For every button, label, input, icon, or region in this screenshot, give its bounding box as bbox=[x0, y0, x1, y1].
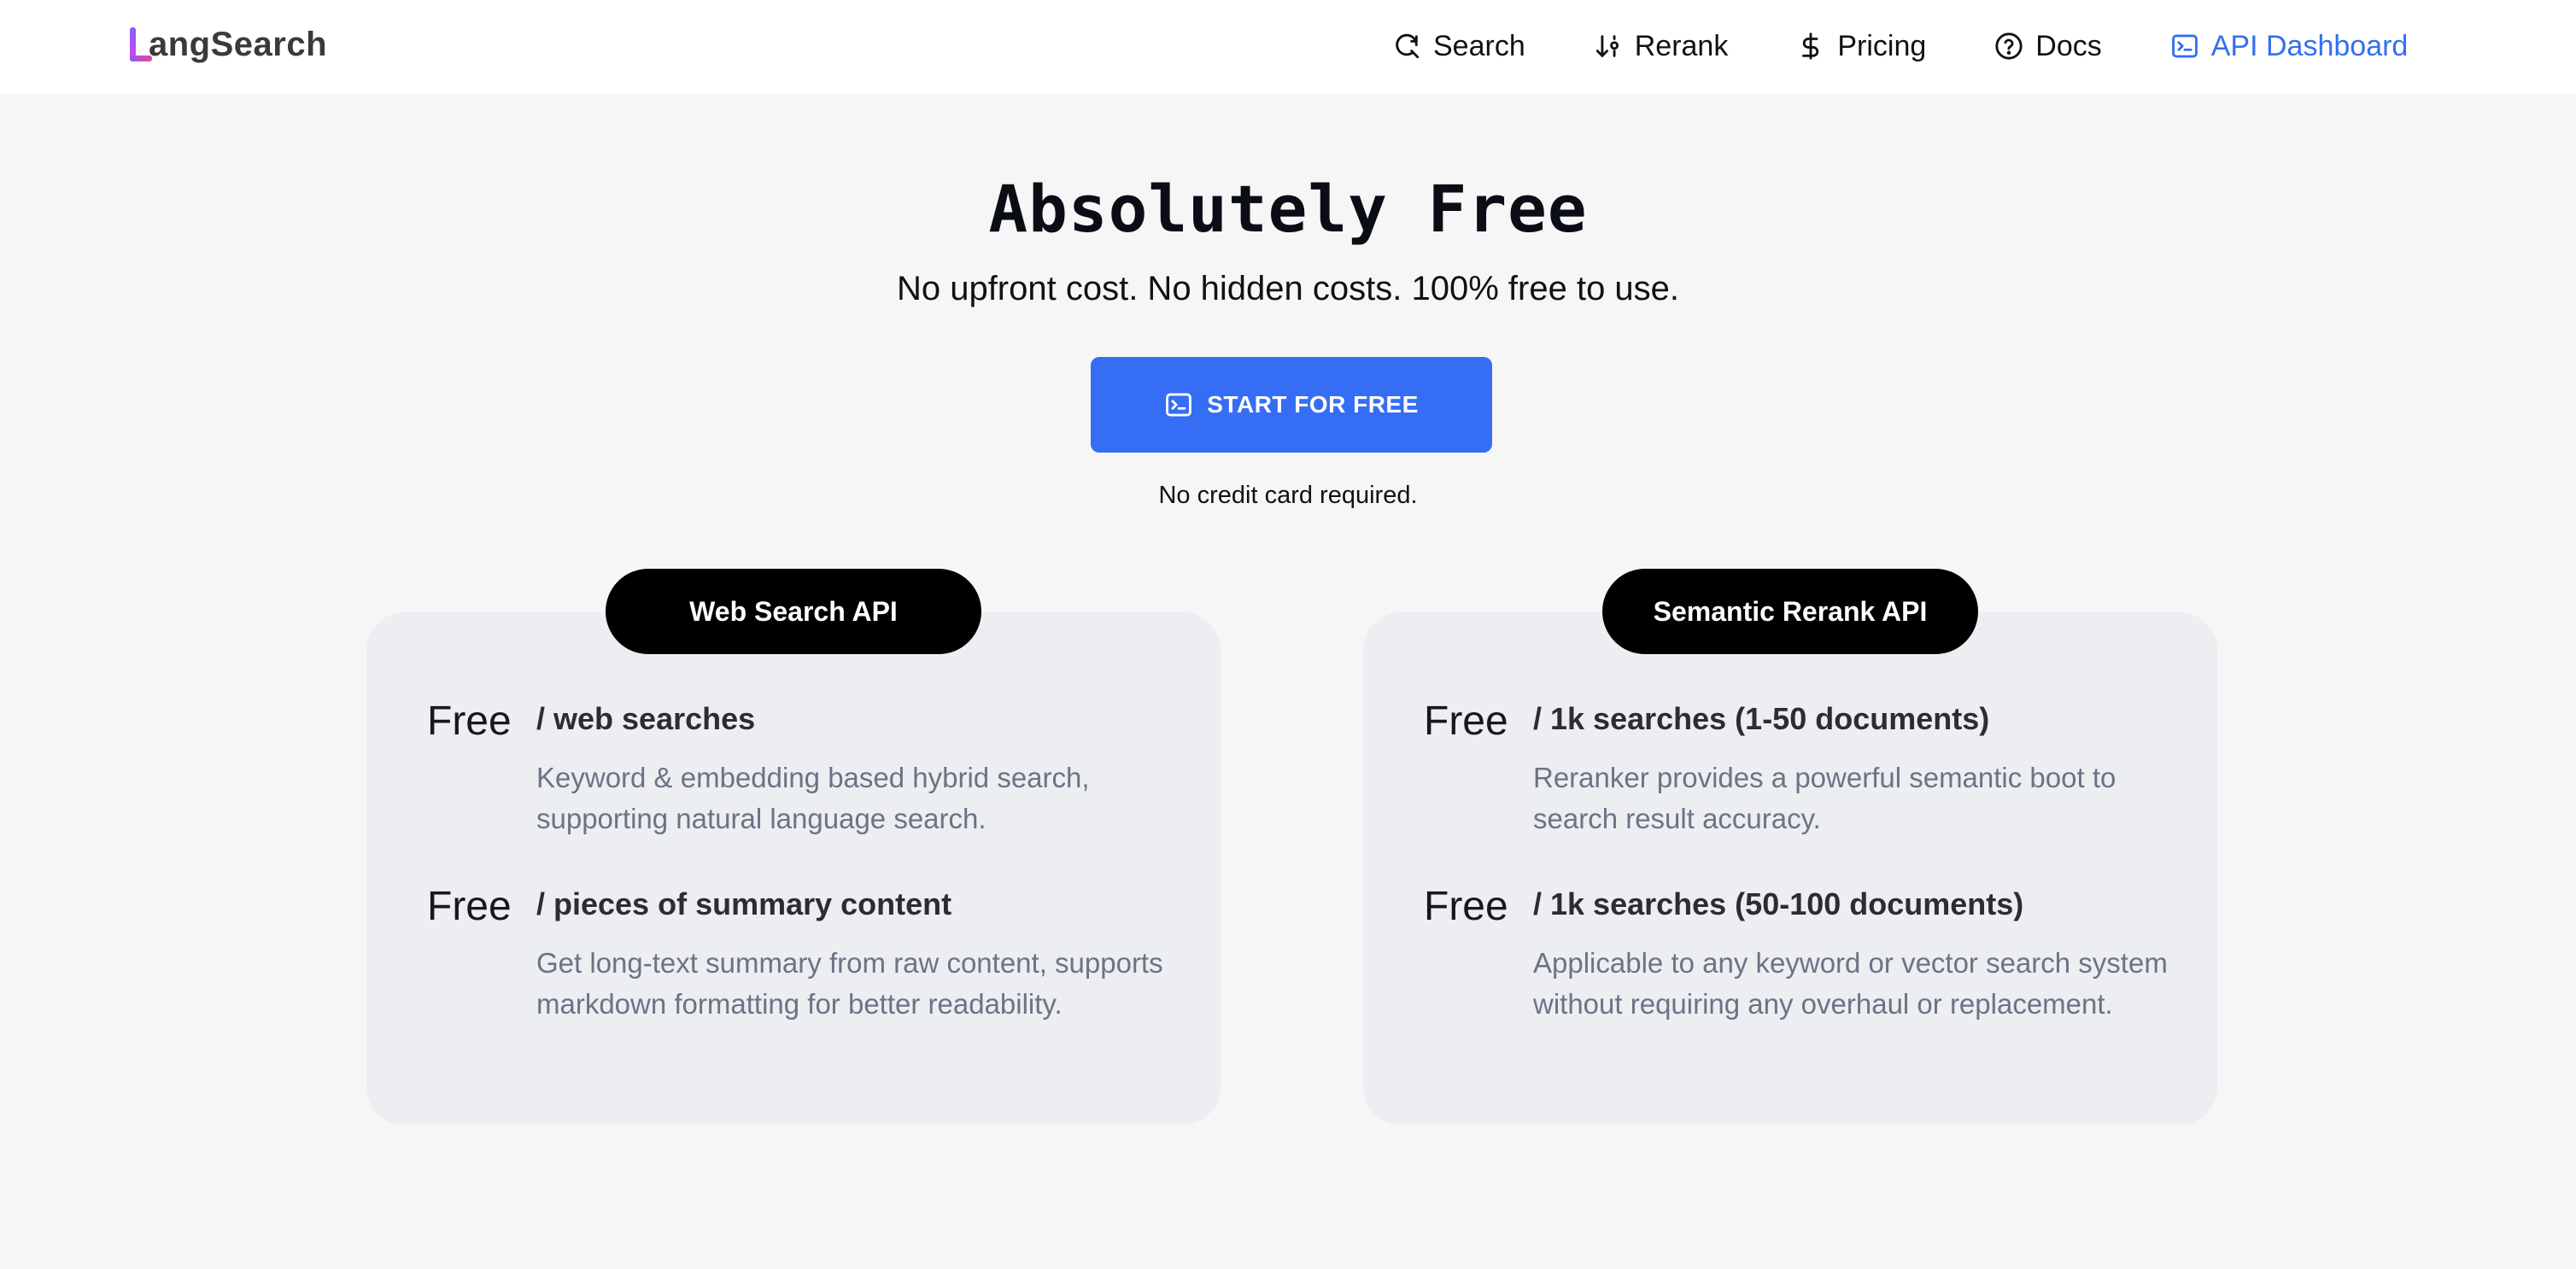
terminal-icon bbox=[1166, 393, 1192, 417]
main-nav: Search Rerank Pricing Docs API Dashboard bbox=[1392, 24, 2408, 68]
start-for-free-label: START FOR FREE bbox=[1207, 391, 1419, 418]
dollar-icon bbox=[1802, 32, 1819, 60]
feature-description: Keyword & embedding based hybrid search,… bbox=[536, 762, 1090, 834]
nav-docs[interactable]: Docs bbox=[1994, 29, 2102, 63]
web-search-api-badge: Web Search API bbox=[606, 569, 981, 654]
page-title: Absolutely Free bbox=[988, 171, 1588, 247]
feature-price: Free bbox=[1424, 884, 1508, 929]
help-circle-icon bbox=[1995, 32, 2023, 60]
top-navbar: angSearch Search Rerank Pricing Docs API… bbox=[0, 0, 2576, 94]
nav-rerank[interactable]: Rerank bbox=[1594, 29, 1729, 63]
nav-docs-label: Docs bbox=[2035, 29, 2102, 62]
semantic-rerank-card: Free / 1k searches (1-50 documents) Rera… bbox=[1363, 612, 2217, 1125]
feature-plan: / web searches bbox=[536, 701, 756, 736]
logo-mark-icon bbox=[130, 27, 152, 61]
no-credit-card-note: No credit card required. bbox=[1158, 482, 1418, 509]
logo[interactable]: angSearch bbox=[130, 22, 327, 67]
feature-price: Free bbox=[427, 884, 512, 929]
nav-pricing[interactable]: Pricing bbox=[1796, 30, 1926, 63]
feature-price: Free bbox=[1424, 699, 1508, 744]
nav-search[interactable]: Search bbox=[1392, 30, 1525, 63]
sort-icon bbox=[1595, 35, 1619, 57]
nav-search-label: Search bbox=[1433, 29, 1525, 62]
nav-api-dashboard[interactable]: API Dashboard bbox=[2170, 29, 2409, 63]
search-icon bbox=[1396, 33, 1420, 59]
feature-description: Get long-text summary from raw content, … bbox=[536, 947, 1163, 1020]
nav-pricing-label: Pricing bbox=[1837, 29, 1927, 62]
page-subtitle: No upfront cost. No hidden costs. 100% f… bbox=[896, 270, 1680, 307]
feature-plan: / 1k searches (50-100 documents) bbox=[1533, 886, 2024, 921]
feature-plan: / pieces of summary content bbox=[536, 886, 952, 921]
terminal-icon bbox=[2171, 34, 2198, 58]
feature-plan: / 1k searches (1-50 documents) bbox=[1533, 701, 1990, 736]
logo-text: angSearch bbox=[149, 25, 328, 63]
semantic-rerank-api-badge: Semantic Rerank API bbox=[1602, 569, 1978, 654]
web-search-card: Free / web searches Keyword & embedding … bbox=[366, 612, 1221, 1125]
feature-price: Free bbox=[427, 699, 512, 744]
start-for-free-button[interactable]: START FOR FREE bbox=[1091, 357, 1492, 453]
nav-api-dashboard-label: API Dashboard bbox=[2210, 29, 2409, 62]
nav-rerank-label: Rerank bbox=[1634, 29, 1729, 62]
feature-description: Applicable to any keyword or vector sear… bbox=[1533, 947, 2168, 1020]
feature-description: Reranker provides a powerful semantic bo… bbox=[1533, 762, 2116, 834]
